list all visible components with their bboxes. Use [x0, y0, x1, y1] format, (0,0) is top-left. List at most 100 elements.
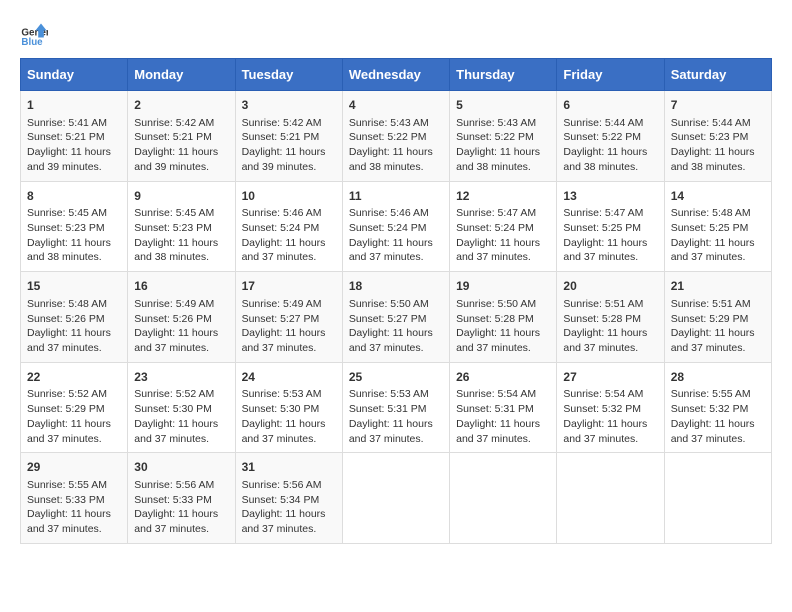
day-info: Daylight: 11 hours — [563, 326, 657, 341]
day-info: Daylight: 11 hours — [134, 145, 228, 160]
day-info: Daylight: 11 hours — [456, 145, 550, 160]
day-info: and 37 minutes. — [134, 522, 228, 537]
day-info: Sunrise: 5:41 AM — [27, 116, 121, 131]
day-info: Sunrise: 5:43 AM — [349, 116, 443, 131]
calendar-cell: 11Sunrise: 5:46 AMSunset: 5:24 PMDayligh… — [342, 181, 449, 272]
day-info: Sunset: 5:25 PM — [671, 221, 765, 236]
day-info: and 37 minutes. — [563, 250, 657, 265]
day-info: Sunrise: 5:52 AM — [134, 387, 228, 402]
day-info: and 37 minutes. — [349, 250, 443, 265]
day-info: Sunrise: 5:42 AM — [242, 116, 336, 131]
day-number: 27 — [563, 369, 657, 386]
day-info: Sunrise: 5:56 AM — [242, 478, 336, 493]
day-info: Daylight: 11 hours — [134, 326, 228, 341]
day-info: Sunset: 5:23 PM — [27, 221, 121, 236]
day-info: Sunset: 5:23 PM — [134, 221, 228, 236]
day-number: 15 — [27, 278, 121, 295]
day-info: Sunrise: 5:48 AM — [671, 206, 765, 221]
day-info: Daylight: 11 hours — [671, 326, 765, 341]
week-row-4: 22Sunrise: 5:52 AMSunset: 5:29 PMDayligh… — [21, 362, 772, 453]
calendar-cell: 24Sunrise: 5:53 AMSunset: 5:30 PMDayligh… — [235, 362, 342, 453]
calendar-cell: 7Sunrise: 5:44 AMSunset: 5:23 PMDaylight… — [664, 91, 771, 182]
day-info: Sunset: 5:30 PM — [242, 402, 336, 417]
day-info: Daylight: 11 hours — [563, 236, 657, 251]
calendar-cell: 18Sunrise: 5:50 AMSunset: 5:27 PMDayligh… — [342, 272, 449, 363]
day-number: 14 — [671, 188, 765, 205]
day-number: 28 — [671, 369, 765, 386]
day-info: and 37 minutes. — [242, 250, 336, 265]
calendar-cell: 17Sunrise: 5:49 AMSunset: 5:27 PMDayligh… — [235, 272, 342, 363]
day-info: Sunrise: 5:49 AM — [242, 297, 336, 312]
day-info: Sunrise: 5:50 AM — [349, 297, 443, 312]
day-number: 11 — [349, 188, 443, 205]
day-number: 23 — [134, 369, 228, 386]
day-info: and 39 minutes. — [27, 160, 121, 175]
header: General Blue — [20, 20, 772, 48]
day-info: Sunrise: 5:46 AM — [242, 206, 336, 221]
week-row-1: 1Sunrise: 5:41 AMSunset: 5:21 PMDaylight… — [21, 91, 772, 182]
header-cell-saturday: Saturday — [664, 59, 771, 91]
day-info: Sunset: 5:30 PM — [134, 402, 228, 417]
day-number: 4 — [349, 97, 443, 114]
day-info: Sunrise: 5:44 AM — [563, 116, 657, 131]
day-info: and 39 minutes. — [134, 160, 228, 175]
week-row-2: 8Sunrise: 5:45 AMSunset: 5:23 PMDaylight… — [21, 181, 772, 272]
day-info: Sunrise: 5:43 AM — [456, 116, 550, 131]
day-info: Sunrise: 5:53 AM — [242, 387, 336, 402]
day-info: Daylight: 11 hours — [134, 417, 228, 432]
calendar-cell: 15Sunrise: 5:48 AMSunset: 5:26 PMDayligh… — [21, 272, 128, 363]
day-info: Daylight: 11 hours — [671, 236, 765, 251]
day-info: and 38 minutes. — [671, 160, 765, 175]
day-info: and 38 minutes. — [134, 250, 228, 265]
calendar-cell: 16Sunrise: 5:49 AMSunset: 5:26 PMDayligh… — [128, 272, 235, 363]
day-info: Sunset: 5:22 PM — [563, 130, 657, 145]
calendar-cell: 6Sunrise: 5:44 AMSunset: 5:22 PMDaylight… — [557, 91, 664, 182]
week-row-3: 15Sunrise: 5:48 AMSunset: 5:26 PMDayligh… — [21, 272, 772, 363]
day-number: 1 — [27, 97, 121, 114]
day-info: and 37 minutes. — [134, 341, 228, 356]
day-info: and 38 minutes. — [456, 160, 550, 175]
day-info: and 39 minutes. — [242, 160, 336, 175]
day-info: Daylight: 11 hours — [456, 236, 550, 251]
calendar-cell — [557, 453, 664, 544]
day-info: Sunset: 5:32 PM — [671, 402, 765, 417]
day-number: 8 — [27, 188, 121, 205]
day-number: 21 — [671, 278, 765, 295]
day-number: 19 — [456, 278, 550, 295]
header-cell-thursday: Thursday — [450, 59, 557, 91]
day-info: Sunset: 5:27 PM — [242, 312, 336, 327]
day-info: Sunrise: 5:54 AM — [563, 387, 657, 402]
header-cell-wednesday: Wednesday — [342, 59, 449, 91]
day-info: Sunset: 5:33 PM — [134, 493, 228, 508]
calendar-cell: 3Sunrise: 5:42 AMSunset: 5:21 PMDaylight… — [235, 91, 342, 182]
calendar-cell: 28Sunrise: 5:55 AMSunset: 5:32 PMDayligh… — [664, 362, 771, 453]
day-info: Sunrise: 5:45 AM — [27, 206, 121, 221]
day-info: Daylight: 11 hours — [349, 326, 443, 341]
calendar-cell: 23Sunrise: 5:52 AMSunset: 5:30 PMDayligh… — [128, 362, 235, 453]
day-info: Daylight: 11 hours — [242, 236, 336, 251]
day-number: 2 — [134, 97, 228, 114]
day-info: Sunset: 5:27 PM — [349, 312, 443, 327]
calendar-cell — [342, 453, 449, 544]
day-info: and 37 minutes. — [27, 432, 121, 447]
day-info: Daylight: 11 hours — [456, 417, 550, 432]
day-info: and 37 minutes. — [456, 250, 550, 265]
day-number: 30 — [134, 459, 228, 476]
calendar-cell — [450, 453, 557, 544]
day-info: Daylight: 11 hours — [349, 236, 443, 251]
day-info: and 37 minutes. — [27, 522, 121, 537]
day-number: 10 — [242, 188, 336, 205]
day-info: and 37 minutes. — [242, 432, 336, 447]
day-info: and 37 minutes. — [242, 522, 336, 537]
calendar-cell: 5Sunrise: 5:43 AMSunset: 5:22 PMDaylight… — [450, 91, 557, 182]
day-info: and 37 minutes. — [563, 432, 657, 447]
day-info: Sunset: 5:24 PM — [456, 221, 550, 236]
day-info: and 37 minutes. — [671, 341, 765, 356]
day-info: Sunrise: 5:48 AM — [27, 297, 121, 312]
day-info: Sunrise: 5:53 AM — [349, 387, 443, 402]
day-info: Daylight: 11 hours — [563, 145, 657, 160]
day-info: Sunrise: 5:51 AM — [671, 297, 765, 312]
calendar-cell: 13Sunrise: 5:47 AMSunset: 5:25 PMDayligh… — [557, 181, 664, 272]
header-cell-friday: Friday — [557, 59, 664, 91]
day-info: Daylight: 11 hours — [27, 507, 121, 522]
